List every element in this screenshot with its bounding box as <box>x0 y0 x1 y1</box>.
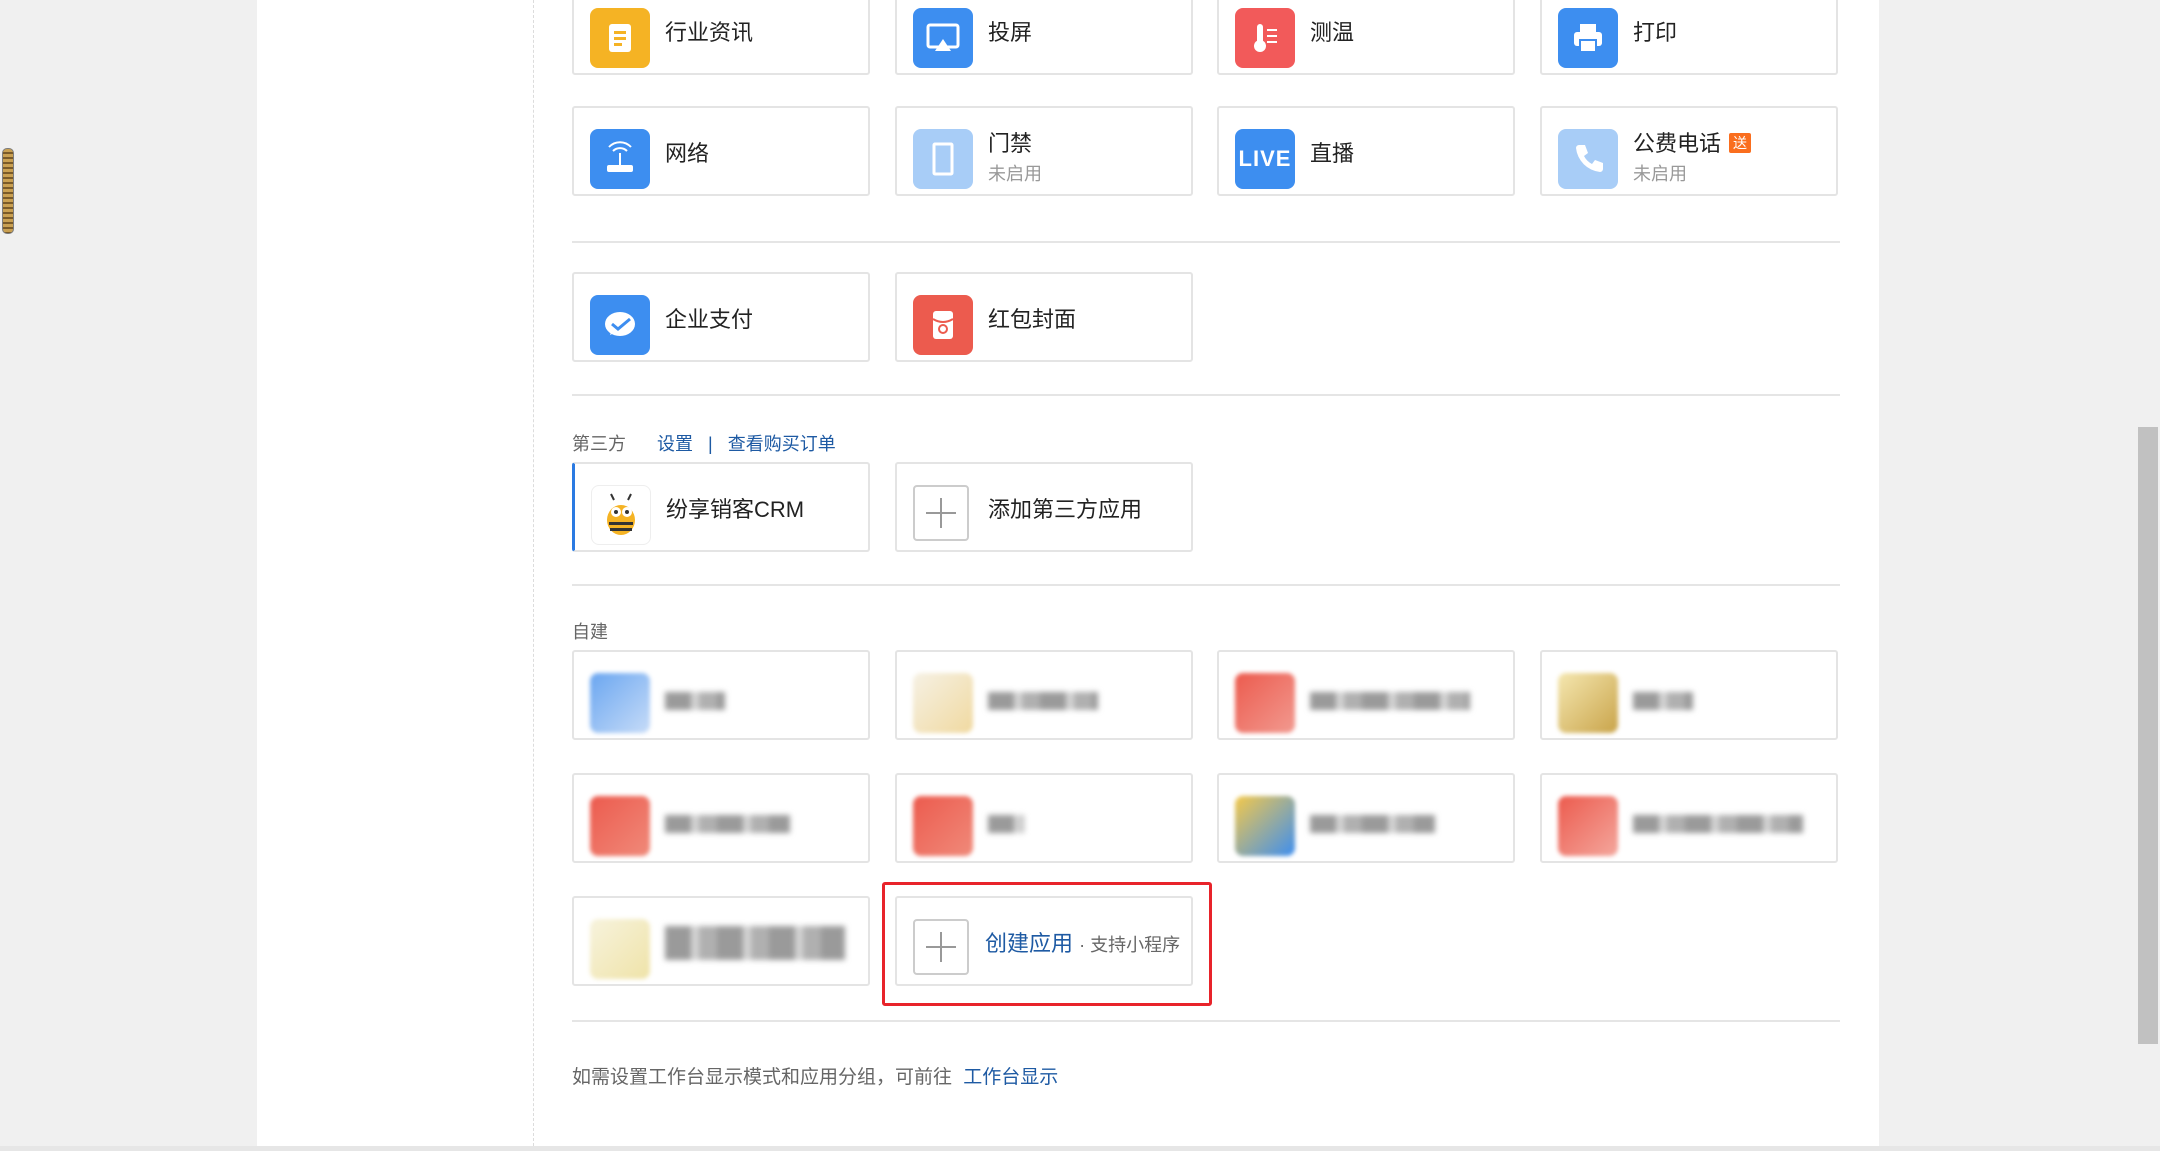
app-card-network[interactable]: 网络 <box>572 106 870 196</box>
app-card-screencast[interactable]: 投屏 <box>895 0 1193 75</box>
app-name: 公费电话送 <box>1633 126 1752 158</box>
screen-cast-icon <box>913 8 973 68</box>
app-name: 红包封面 <box>988 307 1077 332</box>
custom-app-card[interactable] <box>572 650 870 740</box>
app-card-door[interactable]: 门禁 未启用 <box>895 106 1193 196</box>
news-icon <box>590 8 650 68</box>
vertical-scrollbar[interactable] <box>2132 0 2160 1151</box>
section-divider <box>572 584 1840 586</box>
app-card-payment[interactable]: 企业支付 <box>572 272 870 362</box>
app-name-redacted <box>665 926 845 960</box>
app-status: 未启用 <box>988 164 1042 184</box>
app-status: 未启用 <box>1633 164 1687 184</box>
app-card-thermometer[interactable]: 测温 <box>1217 0 1515 75</box>
printer-icon <box>1558 8 1618 68</box>
door-icon <box>913 129 973 189</box>
app-name-redacted <box>1633 815 1803 833</box>
section-divider <box>572 241 1840 243</box>
app-name: 门禁 <box>988 131 1033 156</box>
phone-icon <box>1558 129 1618 189</box>
app-card-phone[interactable]: 公费电话送 未启用 <box>1540 106 1838 196</box>
custom-app-card[interactable] <box>1540 773 1838 863</box>
app-icon <box>1235 673 1295 733</box>
bottom-edge <box>0 1146 2160 1151</box>
app-icon <box>590 796 650 856</box>
footer-text: 如需设置工作台显示模式和应用分组，可前往 <box>572 1067 953 1088</box>
red-packet-icon <box>913 295 973 355</box>
custom-app-card[interactable] <box>572 896 870 986</box>
bee-mascot-icon <box>591 485 651 545</box>
link-separator: | <box>708 434 713 454</box>
add-third-party-label: 添加第三方应用 <box>988 497 1143 522</box>
app-icon <box>590 919 650 979</box>
highlight-box <box>882 882 1212 1006</box>
app-name: 行业资讯 <box>665 20 754 45</box>
app-name: 直播 <box>1310 141 1355 166</box>
app-card-print[interactable]: 打印 <box>1540 0 1838 75</box>
custom-app-card[interactable] <box>895 773 1193 863</box>
custom-app-card[interactable] <box>895 650 1193 740</box>
left-column <box>257 0 534 1151</box>
app-name: 纷享销客CRM <box>666 497 805 522</box>
scrollbar-thumb[interactable] <box>2138 427 2158 1044</box>
third-party-label: 第三方 <box>572 434 626 454</box>
payment-icon <box>590 295 650 355</box>
third-party-header: 第三方 设置 | 查看购买订单 <box>572 430 836 456</box>
app-name: 企业支付 <box>665 307 754 332</box>
app-name-redacted <box>665 692 725 710</box>
app-card-news[interactable]: 行业资讯 <box>572 0 870 75</box>
app-icon <box>1558 673 1618 733</box>
app-icon <box>1558 796 1618 856</box>
view-orders-link[interactable]: 查看购买订单 <box>728 434 836 454</box>
app-icon <box>1235 796 1295 856</box>
gift-badge: 送 <box>1729 133 1752 153</box>
custom-app-card[interactable] <box>572 773 870 863</box>
live-icon: LIVE <box>1235 129 1295 189</box>
add-third-party-button[interactable]: 添加第三方应用 <box>895 462 1193 552</box>
app-name-redacted <box>665 815 790 833</box>
footer-note: 如需设置工作台显示模式和应用分组，可前往 工作台显示 <box>572 1062 1058 1089</box>
section-divider <box>572 394 1840 396</box>
app-name: 测温 <box>1310 20 1355 45</box>
app-name: 打印 <box>1633 20 1678 45</box>
custom-app-card[interactable] <box>1217 773 1515 863</box>
app-name-redacted <box>1633 692 1693 710</box>
thermometer-icon <box>1235 8 1295 68</box>
app-name-redacted <box>1310 692 1470 710</box>
plus-icon <box>913 485 969 541</box>
router-icon <box>590 129 650 189</box>
custom-app-card[interactable] <box>1540 650 1838 740</box>
app-name-redacted <box>988 815 1024 833</box>
app-name: 投屏 <box>988 20 1033 45</box>
app-card-red-packet[interactable]: 红包封面 <box>895 272 1193 362</box>
app-icon <box>913 673 973 733</box>
app-card-crm[interactable]: 纷享销客CRM <box>572 462 870 552</box>
workbench-display-link[interactable]: 工作台显示 <box>963 1067 1058 1088</box>
settings-link[interactable]: 设置 <box>657 434 693 454</box>
app-card-live[interactable]: LIVE 直播 <box>1217 106 1515 196</box>
section-divider <box>572 1020 1840 1022</box>
app-icon <box>913 796 973 856</box>
app-name: 网络 <box>665 141 710 166</box>
drag-handle[interactable] <box>2 148 14 234</box>
app-name-redacted <box>1310 815 1435 833</box>
custom-app-card[interactable] <box>1217 650 1515 740</box>
app-name-redacted <box>988 692 1098 710</box>
app-icon <box>590 673 650 733</box>
custom-apps-label: 自建 <box>572 622 608 642</box>
